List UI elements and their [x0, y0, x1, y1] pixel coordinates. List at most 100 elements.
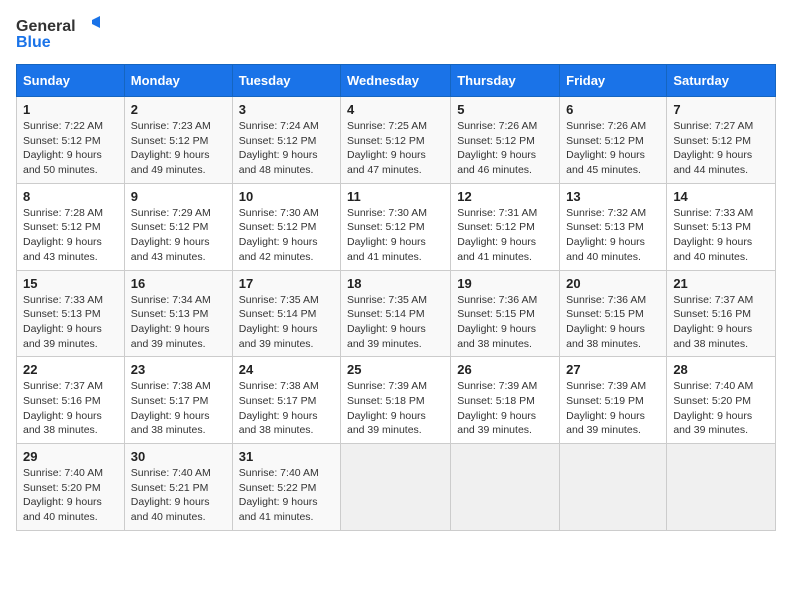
calendar-cell: 21 Sunrise: 7:37 AM Sunset: 5:16 PM Dayli…	[667, 270, 776, 357]
day-info: Sunrise: 7:37 AM Sunset: 5:16 PM Dayligh…	[23, 379, 118, 438]
day-number: 10	[239, 189, 334, 204]
day-number: 3	[239, 102, 334, 117]
weekday-header-wednesday: Wednesday	[341, 65, 451, 97]
calendar-cell: 15 Sunrise: 7:33 AM Sunset: 5:13 PM Dayli…	[17, 270, 125, 357]
calendar-cell	[560, 444, 667, 531]
calendar-week-3: 15 Sunrise: 7:33 AM Sunset: 5:13 PM Dayli…	[17, 270, 776, 357]
day-info: Sunrise: 7:38 AM Sunset: 5:17 PM Dayligh…	[131, 379, 226, 438]
calendar-cell: 27 Sunrise: 7:39 AM Sunset: 5:19 PM Dayli…	[560, 357, 667, 444]
weekday-header-thursday: Thursday	[451, 65, 560, 97]
day-number: 22	[23, 362, 118, 377]
day-info: Sunrise: 7:27 AM Sunset: 5:12 PM Dayligh…	[673, 119, 769, 178]
day-number: 2	[131, 102, 226, 117]
day-info: Sunrise: 7:35 AM Sunset: 5:14 PM Dayligh…	[239, 293, 334, 352]
day-number: 31	[239, 449, 334, 464]
day-number: 16	[131, 276, 226, 291]
day-info: Sunrise: 7:40 AM Sunset: 5:22 PM Dayligh…	[239, 466, 334, 525]
calendar-cell: 5 Sunrise: 7:26 AM Sunset: 5:12 PM Daylig…	[451, 97, 560, 184]
day-info: Sunrise: 7:22 AM Sunset: 5:12 PM Dayligh…	[23, 119, 118, 178]
logo: General Blue	[16, 16, 100, 52]
day-info: Sunrise: 7:24 AM Sunset: 5:12 PM Dayligh…	[239, 119, 334, 178]
day-number: 21	[673, 276, 769, 291]
calendar-cell: 22 Sunrise: 7:37 AM Sunset: 5:16 PM Dayli…	[17, 357, 125, 444]
day-number: 24	[239, 362, 334, 377]
day-number: 14	[673, 189, 769, 204]
day-info: Sunrise: 7:29 AM Sunset: 5:12 PM Dayligh…	[131, 206, 226, 265]
day-info: Sunrise: 7:34 AM Sunset: 5:13 PM Dayligh…	[131, 293, 226, 352]
calendar-cell: 14Sunrise: 7:33 AM Sunset: 5:13 PM Dayli…	[667, 183, 776, 270]
calendar-cell: 29 Sunrise: 7:40 AM Sunset: 5:20 PM Dayli…	[17, 444, 125, 531]
calendar-cell: 17 Sunrise: 7:35 AM Sunset: 5:14 PM Dayli…	[232, 270, 340, 357]
day-number: 19	[457, 276, 553, 291]
calendar-cell: 31 Sunrise: 7:40 AM Sunset: 5:22 PM Dayli…	[232, 444, 340, 531]
weekday-header-sunday: Sunday	[17, 65, 125, 97]
calendar-cell: 25Sunrise: 7:39 AM Sunset: 5:18 PM Dayli…	[341, 357, 451, 444]
calendar-cell: 3 Sunrise: 7:24 AM Sunset: 5:12 PM Daylig…	[232, 97, 340, 184]
day-info: Sunrise: 7:39 AM Sunset: 5:18 PM Dayligh…	[457, 379, 553, 438]
day-info: Sunrise: 7:32 AM Sunset: 5:13 PM Dayligh…	[566, 206, 660, 265]
day-info: Sunrise: 7:25 AM Sunset: 5:12 PM Dayligh…	[347, 119, 444, 178]
calendar-cell: 13 Sunrise: 7:32 AM Sunset: 5:13 PM Dayli…	[560, 183, 667, 270]
day-info: Sunrise: 7:36 AM Sunset: 5:15 PM Dayligh…	[457, 293, 553, 352]
day-number: 27	[566, 362, 660, 377]
day-number: 18	[347, 276, 444, 291]
calendar-cell: 10 Sunrise: 7:30 AM Sunset: 5:12 PM Dayli…	[232, 183, 340, 270]
day-number: 26	[457, 362, 553, 377]
calendar-cell: 18 Sunrise: 7:35 AM Sunset: 5:14 PM Dayli…	[341, 270, 451, 357]
day-info: Sunrise: 7:26 AM Sunset: 5:12 PM Dayligh…	[457, 119, 553, 178]
calendar-cell: 23 Sunrise: 7:38 AM Sunset: 5:17 PM Dayli…	[124, 357, 232, 444]
day-number: 7	[673, 102, 769, 117]
calendar-cell: 16 Sunrise: 7:34 AM Sunset: 5:13 PM Dayli…	[124, 270, 232, 357]
day-info: Sunrise: 7:40 AM Sunset: 5:20 PM Dayligh…	[673, 379, 769, 438]
day-number: 5	[457, 102, 553, 117]
day-info: Sunrise: 7:35 AM Sunset: 5:14 PM Dayligh…	[347, 293, 444, 352]
calendar-cell: 4Sunrise: 7:25 AM Sunset: 5:12 PM Daylig…	[341, 97, 451, 184]
day-number: 17	[239, 276, 334, 291]
day-info: Sunrise: 7:26 AM Sunset: 5:12 PM Dayligh…	[566, 119, 660, 178]
day-number: 28	[673, 362, 769, 377]
logo-text: General Blue	[16, 16, 100, 52]
calendar-cell	[451, 444, 560, 531]
calendar-header: SundayMondayTuesdayWednesdayThursdayFrid…	[17, 65, 776, 97]
calendar-cell: 30 Sunrise: 7:40 AM Sunset: 5:21 PM Dayli…	[124, 444, 232, 531]
calendar-cell: 20 Sunrise: 7:36 AM Sunset: 5:15 PM Dayli…	[560, 270, 667, 357]
calendar-cell: 24 Sunrise: 7:38 AM Sunset: 5:17 PM Dayli…	[232, 357, 340, 444]
day-number: 13	[566, 189, 660, 204]
calendar-week-5: 29 Sunrise: 7:40 AM Sunset: 5:20 PM Dayli…	[17, 444, 776, 531]
calendar-cell: 11Sunrise: 7:30 AM Sunset: 5:12 PM Dayli…	[341, 183, 451, 270]
day-number: 20	[566, 276, 660, 291]
weekday-header-monday: Monday	[124, 65, 232, 97]
weekday-header-friday: Friday	[560, 65, 667, 97]
day-info: Sunrise: 7:40 AM Sunset: 5:20 PM Dayligh…	[23, 466, 118, 525]
calendar-cell: 12Sunrise: 7:31 AM Sunset: 5:12 PM Dayli…	[451, 183, 560, 270]
day-number: 9	[131, 189, 226, 204]
calendar-cell: 1 Sunrise: 7:22 AM Sunset: 5:12 PM Daylig…	[17, 97, 125, 184]
calendar-cell	[667, 444, 776, 531]
calendar-cell: 6Sunrise: 7:26 AM Sunset: 5:12 PM Daylig…	[560, 97, 667, 184]
day-info: Sunrise: 7:39 AM Sunset: 5:18 PM Dayligh…	[347, 379, 444, 438]
calendar-cell: 8 Sunrise: 7:28 AM Sunset: 5:12 PM Daylig…	[17, 183, 125, 270]
day-info: Sunrise: 7:33 AM Sunset: 5:13 PM Dayligh…	[23, 293, 118, 352]
day-number: 1	[23, 102, 118, 117]
day-number: 30	[131, 449, 226, 464]
day-number: 8	[23, 189, 118, 204]
calendar-week-2: 8 Sunrise: 7:28 AM Sunset: 5:12 PM Daylig…	[17, 183, 776, 270]
day-info: Sunrise: 7:37 AM Sunset: 5:16 PM Dayligh…	[673, 293, 769, 352]
day-info: Sunrise: 7:39 AM Sunset: 5:19 PM Dayligh…	[566, 379, 660, 438]
page-header: General Blue	[16, 16, 776, 52]
day-info: Sunrise: 7:40 AM Sunset: 5:21 PM Dayligh…	[131, 466, 226, 525]
day-info: Sunrise: 7:28 AM Sunset: 5:12 PM Dayligh…	[23, 206, 118, 265]
day-number: 15	[23, 276, 118, 291]
calendar-cell: 26 Sunrise: 7:39 AM Sunset: 5:18 PM Dayli…	[451, 357, 560, 444]
day-info: Sunrise: 7:36 AM Sunset: 5:15 PM Dayligh…	[566, 293, 660, 352]
calendar-cell: 28 Sunrise: 7:40 AM Sunset: 5:20 PM Dayli…	[667, 357, 776, 444]
day-number: 23	[131, 362, 226, 377]
day-info: Sunrise: 7:31 AM Sunset: 5:12 PM Dayligh…	[457, 206, 553, 265]
day-number: 11	[347, 189, 444, 204]
day-number: 29	[23, 449, 118, 464]
calendar-cell: 2Sunrise: 7:23 AM Sunset: 5:12 PM Daylig…	[124, 97, 232, 184]
calendar-week-4: 22 Sunrise: 7:37 AM Sunset: 5:16 PM Dayli…	[17, 357, 776, 444]
calendar-cell: 7 Sunrise: 7:27 AM Sunset: 5:12 PM Daylig…	[667, 97, 776, 184]
day-info: Sunrise: 7:38 AM Sunset: 5:17 PM Dayligh…	[239, 379, 334, 438]
day-info: Sunrise: 7:30 AM Sunset: 5:12 PM Dayligh…	[239, 206, 334, 265]
